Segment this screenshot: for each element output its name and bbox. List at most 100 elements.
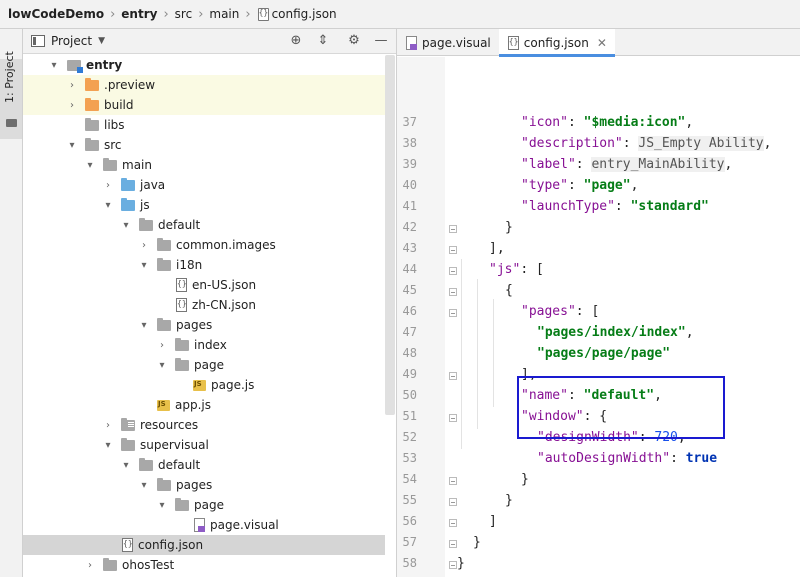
- project-view-selector[interactable]: Project: [51, 34, 92, 48]
- collapse-all-icon[interactable]: ⇕: [315, 34, 331, 48]
- chevron-down-icon[interactable]: ▾: [157, 360, 167, 371]
- tree-item[interactable]: › ohosTest: [23, 555, 385, 575]
- line-number: 37: [402, 115, 417, 129]
- chevron-down-icon[interactable]: ▾: [139, 320, 149, 331]
- tree-item[interactable]: ▾ js: [23, 195, 385, 215]
- chevron-down-icon[interactable]: ▾: [85, 160, 95, 171]
- code-line: "pages/page/page": [537, 346, 671, 361]
- tree-item[interactable]: › build: [23, 95, 385, 115]
- line-number: 47: [402, 325, 417, 339]
- tree-item[interactable]: › index: [23, 335, 385, 355]
- chevron-right-icon[interactable]: ›: [67, 80, 77, 91]
- tree-item[interactable]: ▾ pages: [23, 475, 385, 495]
- tab-label: config.json: [523, 35, 589, 50]
- folder-icon: [175, 357, 189, 371]
- folder-icon: [85, 117, 99, 131]
- tab-page-visual[interactable]: page.visual: [397, 29, 499, 56]
- js-file-icon: [157, 399, 170, 411]
- chevron-down-icon[interactable]: ▼: [98, 36, 105, 46]
- code-line: "icon": "$media:icon",: [521, 115, 694, 130]
- tree-item-label: common.images: [176, 238, 276, 252]
- chevron-down-icon[interactable]: ▾: [67, 140, 77, 151]
- tree-item-label: en-US.json: [192, 278, 257, 292]
- gear-icon[interactable]: ⚙: [346, 34, 362, 48]
- source-folder-icon: [121, 177, 135, 191]
- json-file-icon: [507, 35, 519, 50]
- tree-item-label: ohosTest: [122, 558, 175, 572]
- chevron-right-icon[interactable]: ›: [67, 100, 77, 111]
- line-number: 53: [402, 451, 417, 465]
- tree-item-label: resources: [140, 418, 199, 432]
- tree-item[interactable]: ▾ pages: [23, 315, 385, 335]
- tree-item[interactable]: › common.images: [23, 235, 385, 255]
- tree-item[interactable]: ▾ src: [23, 135, 385, 155]
- tree-item[interactable]: page.js: [23, 375, 385, 395]
- chevron-right-icon: ›: [245, 6, 251, 22]
- tree-item[interactable]: ▾ main: [23, 155, 385, 175]
- locate-icon[interactable]: ⊕: [288, 34, 304, 48]
- folder-icon: [6, 119, 17, 127]
- visual-file-icon: [193, 518, 205, 532]
- line-number: 57: [402, 535, 417, 549]
- tree-item[interactable]: ▾ default: [23, 215, 385, 235]
- code-line: "autoDesignWidth": true: [537, 451, 718, 466]
- chevron-right-icon[interactable]: ›: [103, 420, 113, 431]
- folder-icon: [157, 477, 171, 491]
- code-line: ]: [489, 514, 497, 529]
- chevron-down-icon[interactable]: ▾: [121, 220, 131, 231]
- folder-icon: [103, 157, 117, 171]
- tree-item[interactable]: en-US.json: [23, 275, 385, 295]
- breadcrumb-item-src[interactable]: src: [175, 7, 193, 21]
- breadcrumb-item-entry[interactable]: entry: [121, 7, 157, 21]
- chevron-down-icon[interactable]: ▾: [103, 440, 113, 451]
- close-icon[interactable]: ✕: [597, 36, 607, 50]
- tree-item[interactable]: config.json: [23, 535, 385, 555]
- window-block-highlight: [517, 376, 725, 439]
- chevron-down-icon[interactable]: ▾: [139, 480, 149, 491]
- tree-scrollbar[interactable]: [385, 55, 395, 415]
- code-line: }: [505, 493, 513, 508]
- tree-item[interactable]: ▾ page: [23, 355, 385, 375]
- line-number: 51: [402, 409, 417, 423]
- chevron-right-icon[interactable]: ›: [103, 180, 113, 191]
- breadcrumb-item-config-json[interactable]: config.json: [257, 7, 337, 21]
- tree-item[interactable]: ▾ default: [23, 455, 385, 475]
- tree-item[interactable]: › .preview: [23, 75, 385, 95]
- tree-item[interactable]: ▾ supervisual: [23, 435, 385, 455]
- chevron-down-icon[interactable]: ▾: [157, 500, 167, 511]
- tree-item-label: .preview: [104, 78, 156, 92]
- tab-label: page.visual: [422, 35, 491, 50]
- chevron-right-icon[interactable]: ›: [157, 340, 167, 351]
- folder-icon: [139, 457, 153, 471]
- chevron-right-icon[interactable]: ›: [85, 560, 95, 571]
- tree-item-label: zh-CN.json: [192, 298, 256, 312]
- tree-item[interactable]: libs: [23, 115, 385, 135]
- tree-item-label: config.json: [138, 538, 204, 552]
- breadcrumb-item-main[interactable]: main: [209, 7, 239, 21]
- tree-item[interactable]: ▾ entry: [23, 55, 385, 75]
- folder-icon: [157, 257, 171, 271]
- tree-item-label: main: [122, 158, 152, 172]
- tree-item[interactable]: ▾ i18n: [23, 255, 385, 275]
- chevron-down-icon[interactable]: ▾: [121, 460, 131, 471]
- chevron-down-icon[interactable]: ▾: [139, 260, 149, 271]
- line-number: 52: [402, 430, 417, 444]
- tree-item[interactable]: › java: [23, 175, 385, 195]
- tree-item[interactable]: page.visual: [23, 515, 385, 535]
- tree-item[interactable]: › resources: [23, 415, 385, 435]
- line-number: 38: [402, 136, 417, 150]
- tab-config-json[interactable]: config.json ✕: [498, 29, 616, 57]
- tree-item[interactable]: app.js: [23, 395, 385, 415]
- minimize-icon[interactable]: —: [373, 34, 389, 48]
- chevron-down-icon[interactable]: ▾: [103, 200, 113, 211]
- tree-item-label: src: [104, 138, 122, 152]
- chevron-down-icon[interactable]: ▾: [49, 60, 59, 71]
- tree-item[interactable]: zh-CN.json: [23, 295, 385, 315]
- code-area[interactable]: "icon": "$media:icon", "description": JS_…: [445, 57, 800, 577]
- breadcrumb-item-lowcodedemo[interactable]: lowCodeDemo: [8, 7, 104, 21]
- tree-item-label: i18n: [176, 258, 203, 272]
- json-file-icon: [175, 298, 187, 312]
- tree-item[interactable]: ▾ page: [23, 495, 385, 515]
- code-line: }: [521, 472, 529, 487]
- chevron-right-icon[interactable]: ›: [139, 240, 149, 251]
